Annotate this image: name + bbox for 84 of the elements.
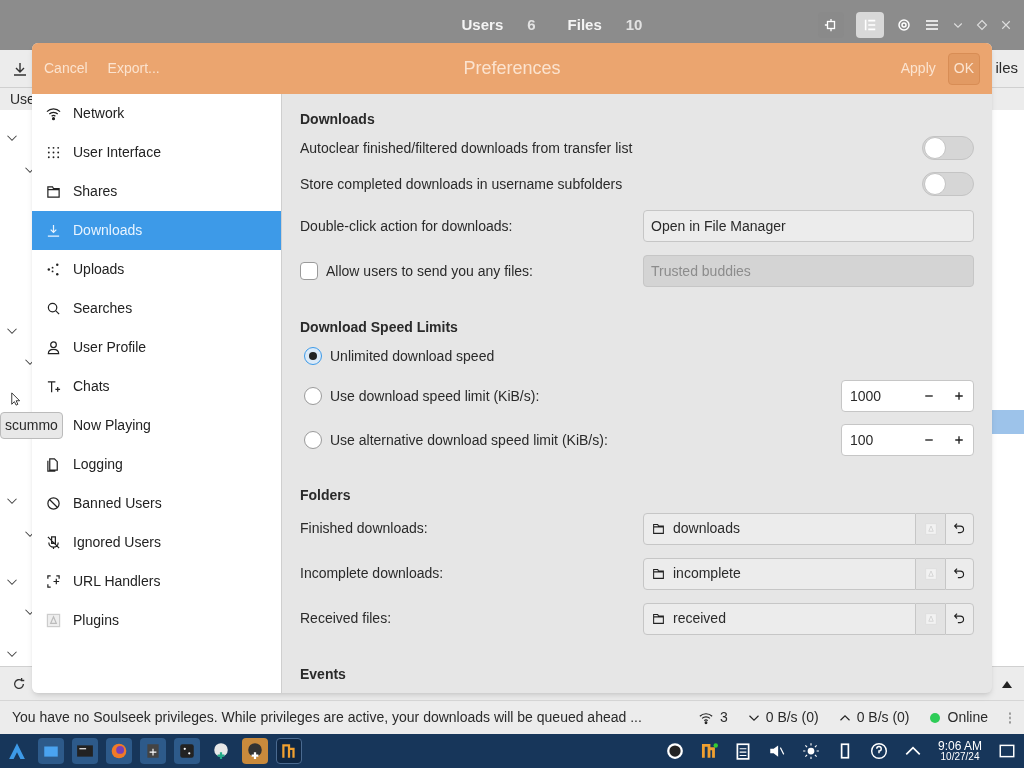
clock-time: 9:06 AM	[937, 740, 982, 752]
folder-icon	[652, 612, 665, 625]
placeholder-icon	[924, 567, 937, 580]
sidebar-item[interactable]: Shares	[32, 172, 281, 211]
text-icon	[46, 379, 61, 394]
toolbar-label[interactable]: iles	[995, 57, 1018, 80]
connection-count: 3	[719, 708, 728, 727]
person-icon	[46, 340, 61, 355]
setting-label: Received files:	[300, 609, 392, 628]
folder-button[interactable]: downloads	[643, 512, 916, 545]
folder-icon[interactable]	[38, 738, 64, 764]
undo-icon	[953, 612, 966, 625]
browser-icon[interactable]	[106, 738, 132, 764]
plugin-icon	[46, 613, 61, 628]
sidebar-item[interactable]: URL Handlers	[32, 562, 281, 601]
undo-icon	[953, 567, 966, 580]
sidebar-item[interactable]: Chats	[32, 367, 281, 406]
dialog-title: Preferences	[463, 57, 561, 80]
settings-icon[interactable]	[896, 17, 912, 33]
search-icon	[46, 301, 61, 316]
setting-label: Double-click action for downloads:	[300, 216, 513, 236]
radio-button[interactable]	[304, 431, 322, 449]
reset-button[interactable]	[945, 512, 974, 545]
download-icon	[46, 223, 61, 238]
folder-button[interactable]: received	[643, 602, 916, 635]
muted-microphone-icon	[46, 535, 61, 550]
menu-icon[interactable]	[924, 17, 940, 33]
folder-icon	[652, 567, 665, 580]
active-app-icon[interactable]	[242, 738, 268, 764]
placeholder-icon	[924, 612, 937, 625]
sidebar-item[interactable]: Plugins	[32, 601, 281, 640]
download-icon[interactable]	[12, 60, 28, 77]
refresh-icon[interactable]	[12, 676, 26, 691]
toggle-switch[interactable]	[922, 172, 974, 196]
app-window-icon[interactable]	[140, 738, 166, 764]
sidebar-item[interactable]: Network	[32, 94, 281, 133]
sidebar-item[interactable]: Banned Users	[32, 484, 281, 523]
sidebar-item[interactable]: User Interface	[32, 133, 281, 172]
dots-icon	[46, 262, 61, 277]
sidebar-item[interactable]: Searches	[32, 289, 281, 328]
wifi-icon	[46, 106, 61, 121]
setting-label: Use download speed limit (KiB/s):	[330, 386, 540, 406]
download-speed: 0 B/s (0)	[765, 708, 819, 727]
radio-button[interactable]	[304, 387, 322, 405]
sidebar-item[interactable]: Uploads	[32, 250, 281, 289]
reset-button[interactable]	[945, 557, 974, 590]
undo-icon	[953, 522, 966, 535]
frame-icon	[46, 574, 61, 589]
section-heading: Download Speed Limits	[300, 317, 459, 337]
spin-field[interactable]: 100	[841, 424, 974, 456]
placeholder-icon	[924, 522, 937, 535]
setting-label: Store completed downloads in username subfolders	[300, 174, 623, 194]
plus-icon[interactable]	[953, 434, 965, 446]
radio-button[interactable]	[304, 347, 322, 365]
toggle-switch[interactable]	[922, 136, 974, 160]
spin-field[interactable]: 1000	[841, 380, 974, 412]
setting-label: Unlimited download speed	[330, 346, 495, 366]
section-heading: Folders	[300, 485, 352, 505]
dropdown[interactable]: Open in File Manager	[643, 210, 974, 242]
setting-label: Finished downloads:	[300, 519, 428, 538]
plus-icon[interactable]	[953, 390, 965, 402]
sidebar-item[interactable]: User Profile	[32, 328, 281, 367]
setting-label: Autoclear finished/filtered downloads from transfer list	[300, 138, 633, 158]
reset-button[interactable]	[945, 602, 974, 635]
folder-button[interactable]: incomplete	[643, 557, 916, 590]
blocked-icon	[46, 496, 61, 511]
clock-date: 10/27/24	[940, 752, 980, 762]
grid-icon	[46, 145, 61, 160]
folder-icon	[46, 184, 61, 199]
setting-label: Allow users to send you any files:	[326, 261, 533, 281]
section-heading: Events	[300, 664, 347, 684]
status-message: You have no Soulseek privileges. While privileges are active, your downloads will be queued ahead ...	[12, 708, 643, 727]
sidebar-item[interactable]: Ignored Users	[32, 523, 281, 562]
upload-speed: 0 B/s (0)	[856, 708, 910, 727]
section-heading: Downloads	[300, 109, 376, 129]
folder-icon	[652, 522, 665, 535]
wifi-icon	[697, 710, 714, 725]
scroll-up-icon[interactable]	[1002, 679, 1012, 688]
tooltip: scummo	[0, 412, 63, 439]
setting-label: Incomplete downloads:	[300, 564, 444, 583]
document-icon	[46, 457, 61, 472]
setting-label: Use alternative download speed limit (KiB/s):	[330, 430, 608, 450]
sidebar-item[interactable]: Logging	[32, 445, 281, 484]
status-text: Online	[947, 708, 988, 727]
